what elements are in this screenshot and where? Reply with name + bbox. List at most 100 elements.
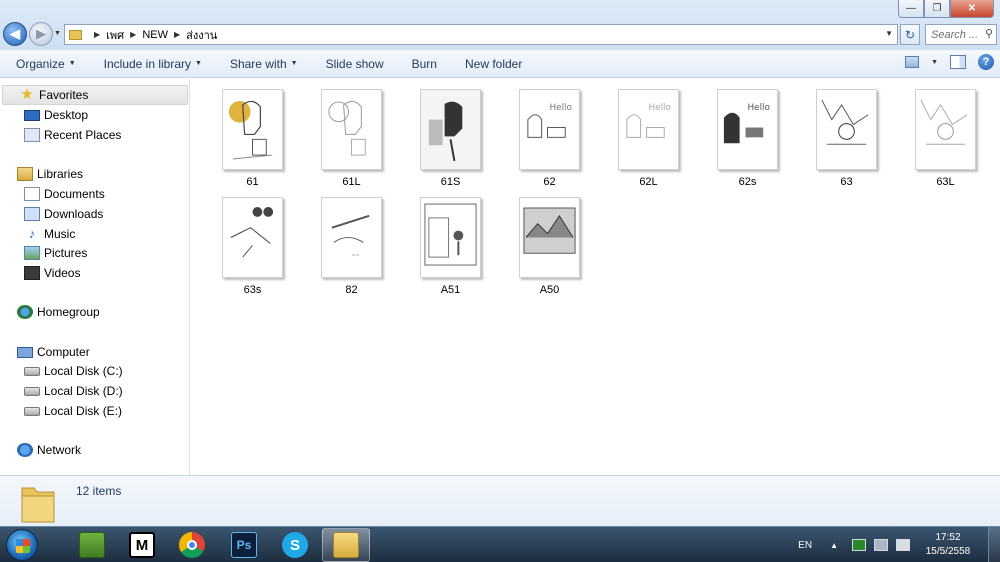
chevron-right-icon[interactable]: ▶ (130, 30, 136, 39)
file-tile[interactable]: A51 (401, 188, 500, 296)
breadcrumb-segment[interactable]: ส่งงาน (186, 26, 217, 44)
app-symbol: S (289, 536, 300, 554)
sidebar-item-label: Desktop (44, 108, 89, 122)
image-thumbnail: Hello (519, 89, 580, 170)
taskbar-app-explorer[interactable] (322, 528, 370, 562)
close-button[interactable]: ✕ (950, 0, 994, 18)
sidebar-item-videos[interactable]: Videos (24, 263, 80, 283)
breadcrumb-segment[interactable]: NEW (142, 29, 168, 41)
file-tile[interactable]: 61 (203, 80, 302, 188)
taskbar-app-photoshop[interactable]: Ps (220, 528, 268, 562)
sidebar-item-desktop[interactable]: Desktop (24, 105, 88, 125)
file-name: 61L (342, 176, 361, 188)
taskbar-app-m[interactable]: M (118, 528, 166, 562)
new-folder-button[interactable]: New folder (449, 50, 534, 78)
back-button[interactable]: ◀ (3, 22, 27, 46)
network-status-icon[interactable] (874, 539, 888, 551)
svg-text:Hello: Hello (649, 103, 671, 113)
sidebar-item-label: Downloads (44, 207, 104, 221)
organize-menu[interactable]: Organize ▼ (0, 50, 88, 78)
sidebar-item-label: Computer (37, 345, 90, 359)
taskbar-app-chrome[interactable] (168, 528, 216, 562)
share-with-menu[interactable]: Share with ▼ (214, 50, 310, 78)
sidebar-item-libraries[interactable]: Libraries (17, 164, 83, 184)
breadcrumb-segment[interactable]: เพศ (106, 26, 124, 44)
sidebar-item-favorites[interactable]: ★ Favorites (2, 85, 188, 105)
address-dropdown-icon[interactable]: ▼ (885, 29, 893, 38)
file-tile[interactable]: 63s (203, 188, 302, 296)
sidebar-item-local-disk-c[interactable]: Local Disk (C:) (24, 361, 123, 381)
file-tile[interactable]: Hello 62s (698, 80, 797, 188)
sidebar-item-downloads[interactable]: Downloads (24, 204, 103, 224)
hard-disk-icon (24, 406, 40, 416)
window-controls: — ❐ ✕ (898, 0, 994, 18)
clock-date: 15/5/2558 (925, 546, 971, 557)
sidebar-item-label: Music (44, 227, 76, 241)
slide-show-button[interactable]: Slide show (310, 50, 396, 78)
image-thumbnail: Hello (618, 89, 679, 170)
file-tile[interactable]: 63L (896, 80, 995, 188)
sidebar-item-music[interactable]: ♪ Music (24, 224, 76, 244)
sidebar-item-network[interactable]: Network (17, 440, 81, 460)
help-icon[interactable]: ? (978, 54, 994, 70)
sidebar-item-label: Local Disk (E:) (44, 404, 123, 418)
sidebar-item-computer[interactable]: Computer (17, 342, 90, 362)
music-icon: ♪ (28, 226, 36, 241)
refresh-button[interactable]: ↻ (900, 24, 920, 45)
file-name: 82 (345, 284, 358, 296)
file-name: 61 (246, 176, 259, 188)
maximize-button[interactable]: ❐ (924, 0, 950, 18)
forward-button[interactable]: ▶ (29, 22, 53, 46)
include-in-library-label: Include in library (103, 56, 192, 71)
address-bar[interactable]: ▶ เพศ ▶ NEW ▶ ส่งงาน ▼ (64, 24, 898, 45)
burn-button[interactable]: Burn (396, 50, 449, 78)
svg-text:~~: ~~ (352, 253, 360, 259)
caret-down-icon[interactable]: ▼ (931, 59, 938, 66)
include-in-library-menu[interactable]: Include in library ▼ (88, 50, 214, 78)
sidebar-item-homegroup[interactable]: Homegroup (17, 302, 100, 322)
show-desktop-button[interactable] (988, 527, 1000, 562)
share-with-label: Share with (229, 56, 287, 71)
sidebar-item-recent-places[interactable]: Recent Places (24, 125, 121, 145)
system-tray: EN ▲ 17:52 15/5/2558 (798, 527, 1000, 562)
image-thumbnail (420, 89, 481, 170)
nvidia-icon[interactable] (852, 539, 866, 551)
recent-pages-dropdown[interactable]: ▼ (54, 30, 61, 37)
sidebar-item-local-disk-e[interactable]: Local Disk (E:) (24, 401, 122, 421)
change-view-icon[interactable] (905, 56, 920, 68)
file-tile[interactable]: ~~ 82 (302, 188, 401, 296)
file-tile[interactable]: Hello 62 (500, 80, 599, 188)
preview-pane-icon[interactable] (950, 55, 966, 69)
chevron-right-icon[interactable]: ▶ (174, 30, 180, 39)
file-tile[interactable]: 61L (302, 80, 401, 188)
folder-icon (69, 29, 82, 40)
taskbar-app-skype[interactable]: S (271, 528, 319, 562)
file-tile[interactable]: A50 (500, 188, 599, 296)
taskbar-app-minecraft[interactable] (68, 528, 116, 562)
file-name: A51 (440, 284, 461, 296)
power-icon[interactable] (896, 539, 910, 551)
language-indicator[interactable]: EN (798, 540, 812, 551)
start-button[interactable] (6, 529, 38, 561)
chrome-icon (179, 532, 205, 558)
sidebar-item-pictures[interactable]: Pictures (24, 243, 87, 263)
image-thumbnail (222, 197, 283, 278)
sidebar-item-local-disk-d[interactable]: Local Disk (D:) (24, 381, 123, 401)
search-icon[interactable]: ⚲ (985, 27, 993, 40)
file-name: 62 (543, 176, 556, 188)
skype-icon: S (282, 532, 308, 558)
caret-down-icon: ▼ (290, 60, 298, 67)
pictures-icon (24, 246, 40, 260)
file-list: 61 61L 61S Hello 62 Hello 62L Hello 62s … (191, 79, 1000, 475)
search-input[interactable]: Search ... ⚲ (925, 24, 997, 45)
taskbar: M Ps S EN ▲ 17:52 15/5/2558 (0, 526, 1000, 562)
chevron-right-icon[interactable]: ▶ (94, 30, 100, 39)
file-tile[interactable]: 61S (401, 80, 500, 188)
sidebar-item-documents[interactable]: Documents (24, 184, 105, 204)
file-tile[interactable]: 63 (797, 80, 896, 188)
show-hidden-icons-icon[interactable]: ▲ (830, 541, 838, 550)
clock[interactable]: 17:52 15/5/2558 (918, 531, 978, 559)
minimize-button[interactable]: — (898, 0, 924, 18)
file-name: 61S (440, 176, 461, 188)
file-tile[interactable]: Hello 62L (599, 80, 698, 188)
